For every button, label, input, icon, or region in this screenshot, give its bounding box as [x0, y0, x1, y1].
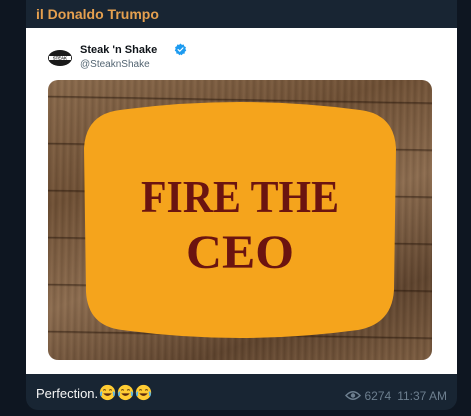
verified-badge-icon: [174, 43, 187, 56]
laughing-tears-emoji: [100, 384, 116, 401]
emoji-row: [98, 384, 152, 401]
message-caption: Perfection.: [36, 384, 152, 401]
sender-name[interactable]: il Donaldo Trumpo: [36, 6, 159, 22]
message-bubble[interactable]: il Donaldo Trumpo STEAK Steak 'n Shake @…: [26, 0, 457, 410]
caption-text: Perfection.: [36, 386, 99, 401]
laughing-tears-emoji: [136, 384, 152, 401]
svg-text:STEAK: STEAK: [53, 56, 67, 61]
sign-text-line-2: Ceo: [186, 226, 294, 279]
tweet-preview-card[interactable]: STEAK Steak 'n Shake @SteaknShake Fire t…: [26, 28, 457, 374]
views-eye-icon: [345, 391, 362, 400]
tweet-author-handle[interactable]: @SteaknShake: [80, 59, 150, 70]
tweet-author-name[interactable]: Steak 'n Shake: [80, 44, 157, 56]
steak-n-shake-logo-icon: STEAK: [46, 44, 74, 72]
message-time: 11:37 AM: [397, 389, 447, 403]
message-meta: 6274 11:37 AM: [345, 389, 447, 403]
tweet-image[interactable]: Fire the Ceo: [48, 80, 432, 360]
sign-text-line-1: Fire the: [141, 171, 339, 222]
laughing-tears-emoji: [118, 384, 134, 401]
view-count: 6274: [364, 389, 392, 403]
